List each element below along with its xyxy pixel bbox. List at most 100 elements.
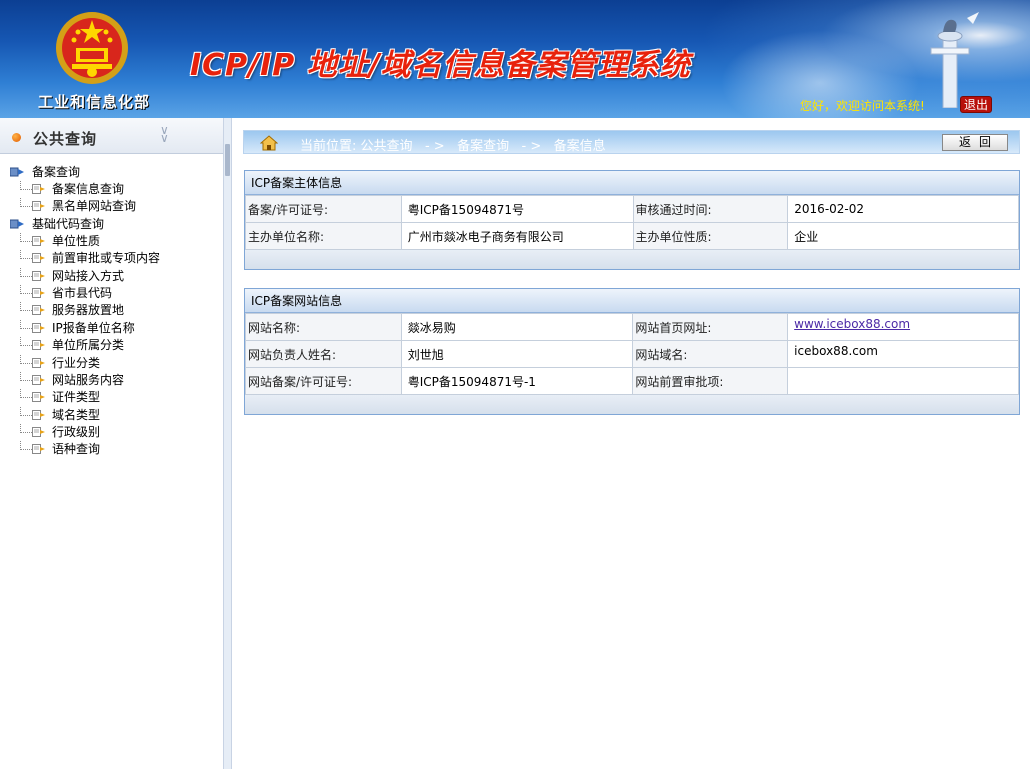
nav-item[interactable]: 网站接入方式: [10, 267, 160, 285]
sidebar-header[interactable]: 公共查询 ∨ ∨: [0, 118, 223, 154]
folder-arrow-icon: [10, 219, 24, 229]
nav-item[interactable]: 语种查询: [10, 441, 160, 458]
site-license-value: 粤ICP备15094871号-1: [400, 367, 634, 395]
header-banner: 工业和信息化部 ICP/IP 地址/域名信息备案管理系统 您好，欢迎访问本系统!…: [0, 0, 1030, 118]
icp-subject-panel: ICP备案主体信息 备案/许可证号: 粤ICP备15094871号 审核通过时间…: [244, 170, 1020, 270]
document-arrow-icon: [32, 270, 45, 281]
subject-info-table: 备案/许可证号: 粤ICP备15094871号 审核通过时间: 2016-02-…: [245, 195, 1019, 250]
nav-item-label: 单位所属分类: [52, 338, 125, 353]
tree-connector: [20, 319, 32, 329]
nav-tree: 备案查询备案信息查询 黑名单网站查询基础代码查询单位性质前置审批或专项内容 网站接入…: [10, 164, 160, 459]
nav-group[interactable]: 备案查询: [10, 164, 160, 181]
field-label: 主办单位性质:: [632, 222, 789, 250]
nav-item[interactable]: 备案信息查询: [10, 181, 160, 198]
document-arrow-icon: [32, 184, 45, 194]
table-row: 主办单位名称: 广州市燚冰电子商务有限公司 主办单位性质: 企业: [245, 222, 1019, 250]
table-row: 网站备案/许可证号: 粤ICP备15094871号-1 网站前置审批项:: [245, 367, 1019, 395]
nav-item-label: 域名类型: [52, 407, 101, 422]
nav-item[interactable]: 网站服务内容: [10, 371, 160, 389]
nav-group[interactable]: 基础代码查询: [10, 216, 160, 233]
back-button[interactable]: 返回: [942, 134, 1008, 151]
tree-connector: [20, 424, 32, 434]
logout-button[interactable]: 退出: [960, 96, 992, 113]
document-arrow-icon: [32, 235, 45, 246]
field-label: 主办单位名称:: [245, 222, 402, 250]
homepage-url-link[interactable]: www.icebox88.com: [794, 317, 910, 331]
document-arrow-icon: [32, 427, 45, 438]
panel-title: ICP备案网站信息: [245, 289, 1019, 313]
nav-item[interactable]: 行政级别: [10, 424, 160, 441]
tree-connector: [20, 302, 32, 312]
nav-item[interactable]: IP报备单位名称: [10, 319, 160, 337]
nav-item-label: 网站接入方式: [52, 268, 125, 283]
huabiao-pillar-graphic: [930, 12, 979, 108]
homepage-url-cell: www.icebox88.com: [787, 313, 1019, 341]
sidebar-splitter[interactable]: [224, 118, 232, 769]
breadcrumb: 当前位置: 公共查询 - > 备案查询 - > 备案信息: [300, 135, 606, 154]
nav-item-label: 备案信息查询: [52, 182, 125, 196]
welcome-message: 您好，欢迎访问本系统!: [800, 99, 925, 113]
site-info-table: 网站名称: 燚冰易购 网站首页网址: www.icebox88.com 网站负责…: [245, 313, 1019, 395]
nav-item-label: 黑名单网站查询: [52, 199, 137, 214]
national-emblem-icon: [56, 12, 128, 84]
organizer-name-value: 广州市燚冰电子商务有限公司: [400, 222, 634, 250]
panel-footer: [245, 395, 1019, 414]
nav-item-label: 前置审批或专项内容: [52, 251, 161, 266]
tree-connector: [20, 371, 32, 381]
panel-footer: [245, 250, 1019, 269]
nav-item[interactable]: 服务器放置地: [10, 302, 160, 319]
tree-connector: [20, 232, 32, 242]
tree-connector: [20, 354, 32, 364]
pre-approval-value: [787, 367, 1019, 395]
document-arrow-icon: [32, 322, 45, 333]
license-number-value: 粤ICP备15094871号: [400, 195, 634, 223]
field-label: 备案/许可证号:: [245, 195, 402, 223]
nav-item[interactable]: 证件类型: [10, 389, 160, 406]
nav-item[interactable]: 黑名单网站查询: [10, 198, 160, 215]
nav-group-label: 备案查询: [32, 165, 81, 179]
panel-title: ICP备案主体信息: [245, 171, 1019, 195]
nav-group-label: 基础代码查询: [32, 216, 105, 231]
sidebar: 公共查询 ∨ ∨ 备案查询备案信息查询 黑名单网站查询基础代码查询单位性质前置审批或…: [0, 118, 224, 769]
nav-item-label: 行业分类: [52, 355, 101, 370]
tree-connector: [20, 250, 32, 260]
site-owner-value: 刘世旭: [400, 340, 634, 368]
nav-item[interactable]: 前置审批或专项内容: [10, 250, 160, 267]
tree-connector: [20, 267, 32, 277]
breadcrumb-bar: 当前位置: 公共查询 - > 备案查询 - > 备案信息: [243, 130, 1020, 154]
nav-item-label: 省市县代码: [52, 285, 113, 300]
folder-arrow-icon: [10, 167, 24, 177]
home-icon[interactable]: [260, 134, 278, 152]
breadcrumb-separator: - >: [521, 139, 542, 154]
document-arrow-icon: [32, 374, 45, 385]
nav-item[interactable]: 省市县代码: [10, 284, 160, 302]
document-arrow-icon: [32, 444, 45, 455]
document-arrow-icon: [32, 409, 45, 420]
table-row: 备案/许可证号: 粤ICP备15094871号 审核通过时间: 2016-02-…: [245, 195, 1019, 223]
icp-site-panel: ICP备案网站信息 网站名称: 燚冰易购 网站首页网址: www.icebox8…: [244, 288, 1020, 415]
tree-connector: [20, 389, 32, 399]
field-label: 网站名称:: [245, 313, 402, 341]
splitter-handle[interactable]: [225, 144, 230, 176]
table-row: 网站负责人姓名: 刘世旭 网站域名: icebox88.com: [245, 340, 1019, 368]
organizer-type-value: 企业: [787, 222, 1019, 250]
field-label: 审核通过时间:: [632, 195, 789, 223]
nav-item[interactable]: 单位所属分类: [10, 337, 160, 354]
breadcrumb-prefix: 当前位置:: [300, 139, 357, 154]
nav-item-label: 单位性质: [52, 233, 101, 248]
nav-item-label: 行政级别: [52, 425, 101, 440]
nav-item-label: 网站服务内容: [52, 372, 125, 387]
field-label: 网站负责人姓名:: [245, 340, 402, 368]
breadcrumb-item[interactable]: 备案查询: [457, 139, 509, 154]
document-arrow-icon: [32, 287, 45, 298]
tree-connector: [20, 406, 32, 416]
nav-item[interactable]: 单位性质: [10, 232, 160, 250]
collapse-chevron-icon[interactable]: ∨ ∨: [160, 124, 169, 144]
tree-connector: [20, 181, 32, 190]
nav-item[interactable]: 域名类型: [10, 406, 160, 424]
nav-item-label: 服务器放置地: [52, 303, 125, 318]
document-arrow-icon: [32, 201, 45, 212]
breadcrumb-item[interactable]: 公共查询: [361, 139, 413, 154]
site-name-value: 燚冰易购: [400, 313, 634, 341]
nav-item[interactable]: 行业分类: [10, 354, 160, 372]
